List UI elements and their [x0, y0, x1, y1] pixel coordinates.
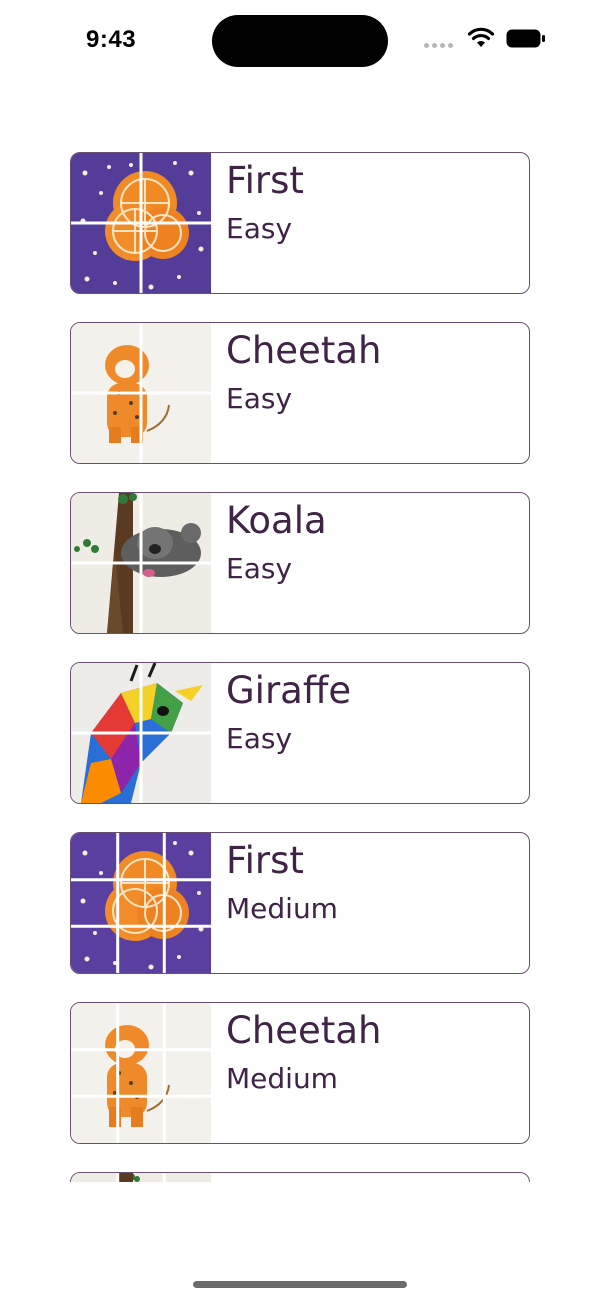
puzzle-card[interactable]: First Easy: [70, 152, 530, 294]
puzzle-level: Medium: [226, 892, 338, 925]
puzzle-level: Easy: [226, 722, 293, 755]
puzzle-thumbnail: [71, 1003, 211, 1143]
puzzle-title: First: [226, 159, 304, 202]
battery-icon: [506, 29, 545, 48]
puzzle-level: Easy: [226, 382, 293, 415]
home-indicator[interactable]: [193, 1281, 407, 1288]
puzzle-thumbnail: [71, 323, 211, 463]
status-time: 9:43: [86, 26, 137, 53]
puzzle-card[interactable]: [70, 1172, 530, 1182]
puzzle-title: Koala: [226, 499, 327, 542]
puzzle-card[interactable]: Koala Easy: [70, 492, 530, 634]
dynamic-island: [212, 15, 388, 67]
puzzle-card[interactable]: Cheetah Medium: [70, 1002, 530, 1144]
status-bar: 9:43: [0, 0, 600, 82]
puzzle-level: Easy: [226, 552, 293, 585]
puzzle-thumbnail: [71, 1173, 211, 1182]
puzzle-list[interactable]: First Easy Cheetah Easy Koala Easy Giraf…: [70, 152, 530, 1182]
puzzle-level: Easy: [226, 212, 293, 245]
wifi-icon: [467, 27, 495, 47]
status-icons: [424, 26, 554, 52]
puzzle-card[interactable]: Cheetah Easy: [70, 322, 530, 464]
cellular-signal-icon: [424, 43, 458, 49]
puzzle-card[interactable]: Giraffe Easy: [70, 662, 530, 804]
puzzle-thumbnail: [71, 663, 211, 803]
puzzle-title: Cheetah: [226, 1009, 382, 1052]
puzzle-thumbnail: [71, 493, 211, 633]
puzzle-level: Medium: [226, 1062, 338, 1095]
puzzle-title: Giraffe: [226, 669, 352, 712]
puzzle-title: First: [226, 839, 304, 882]
puzzle-thumbnail: [71, 833, 211, 973]
puzzle-thumbnail: [71, 153, 211, 293]
puzzle-card[interactable]: First Medium: [70, 832, 530, 974]
puzzle-title: Cheetah: [226, 329, 382, 372]
